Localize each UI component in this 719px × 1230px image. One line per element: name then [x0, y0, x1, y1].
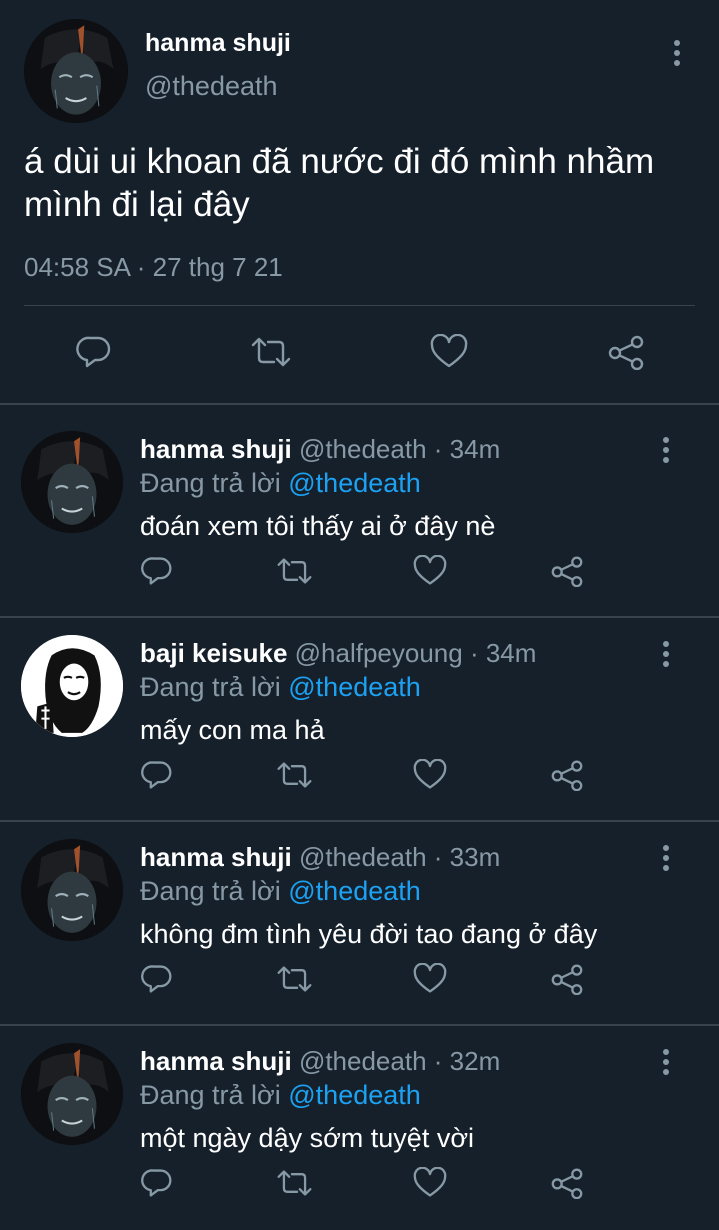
retweet-icon[interactable]: [276, 555, 313, 587]
retweet-icon[interactable]: [276, 963, 313, 995]
retweet-icon[interactable]: [276, 759, 313, 791]
avatar[interactable]: [24, 19, 128, 123]
main-tweet: hanma shuji @thedeath á dùi ui khoan đã …: [0, 0, 719, 404]
share-icon[interactable]: [550, 555, 584, 587]
reply-time[interactable]: 32m: [450, 1046, 501, 1076]
replying-label: Đang trả lời: [140, 876, 289, 906]
avatar[interactable]: [21, 431, 123, 533]
mention-link[interactable]: @thedeath: [288, 468, 421, 498]
reply-header: hanma shuji @thedeath · 34m: [140, 434, 500, 465]
reply-header: hanma shuji @thedeath · 32m: [140, 1046, 500, 1077]
replying-to: Đang trả lời @thedeath: [140, 1080, 421, 1111]
reply-text: một ngày dậy sớm tuyệt vời: [140, 1123, 475, 1153]
more-vertical-icon[interactable]: [671, 40, 683, 70]
like-icon[interactable]: [413, 963, 447, 995]
author-handle[interactable]: @thedeath: [299, 842, 427, 872]
more-vertical-icon[interactable]: [660, 641, 672, 671]
reply-icon[interactable]: [141, 963, 173, 995]
reply-icon[interactable]: [141, 1167, 173, 1199]
header-separator: ·: [426, 842, 450, 872]
retweet-icon[interactable]: [250, 334, 292, 370]
share-icon[interactable]: [550, 759, 584, 791]
reply-text: không đm tình yêu đời tao đang ở đây: [140, 919, 598, 949]
author-handle[interactable]: @thedeath: [299, 434, 427, 464]
like-icon[interactable]: [413, 555, 447, 587]
like-icon[interactable]: [413, 1167, 447, 1199]
reply-header: hanma shuji @thedeath · 33m: [140, 842, 500, 873]
tweet-text: á dùi ui khoan đã nước đi đó mình nhầm m…: [24, 142, 655, 224]
replying-to: Đang trả lời @thedeath: [140, 672, 421, 703]
reply-time[interactable]: 33m: [450, 842, 501, 872]
mention-link[interactable]: @thedeath: [288, 1080, 421, 1110]
reply-tweet[interactable]: hanma shuji @thedeath · 34m Đang trả lời…: [0, 404, 719, 608]
tweet-date: 27 thg 7 21: [152, 252, 283, 282]
replying-label: Đang trả lời: [140, 672, 289, 702]
avatar[interactable]: [21, 635, 123, 737]
replying-label: Đang trả lời: [140, 468, 289, 498]
author-handle[interactable]: @thedeath: [299, 1046, 427, 1076]
reply-text: đoán xem tôi thấy ai ở đây nè: [140, 511, 496, 541]
author-handle[interactable]: @thedeath: [145, 71, 278, 102]
author-name[interactable]: hanma shuji: [145, 29, 291, 58]
more-vertical-icon[interactable]: [660, 437, 672, 467]
reply-tweet[interactable]: hanma shuji @thedeath · 33m Đang trả lời…: [0, 812, 719, 1016]
replying-to: Đang trả lời @thedeath: [140, 468, 421, 499]
reply-time[interactable]: 34m: [450, 434, 501, 464]
reply-time[interactable]: 34m: [486, 638, 537, 668]
mention-link[interactable]: @thedeath: [288, 876, 421, 906]
reply-icon[interactable]: [141, 759, 173, 791]
reply-tweet[interactable]: hanma shuji @thedeath · 32m Đang trả lời…: [0, 1016, 719, 1220]
author-name[interactable]: baji keisuke: [140, 638, 287, 668]
author-name[interactable]: hanma shuji: [140, 1046, 292, 1076]
tweet-time: 04:58 SA: [24, 252, 130, 282]
header-separator: ·: [426, 434, 450, 464]
avatar[interactable]: [21, 1043, 123, 1145]
replying-label: Đang trả lời: [140, 1080, 289, 1110]
author-name[interactable]: hanma shuji: [140, 434, 292, 464]
share-icon[interactable]: [550, 1167, 584, 1199]
retweet-icon[interactable]: [276, 1167, 313, 1199]
avatar[interactable]: [21, 839, 123, 941]
like-icon[interactable]: [430, 334, 468, 370]
meta-separator: ·: [129, 252, 153, 282]
divider: [24, 305, 695, 306]
more-vertical-icon[interactable]: [660, 845, 672, 875]
reply-icon[interactable]: [141, 555, 173, 587]
share-icon[interactable]: [607, 334, 645, 370]
reply-tweet[interactable]: baji keisuke @halfpeyoung · 34m Đang trả…: [0, 608, 719, 812]
author-handle[interactable]: @halfpeyoung: [295, 638, 463, 668]
header-separator: ·: [462, 638, 486, 668]
like-icon[interactable]: [413, 759, 447, 791]
share-icon[interactable]: [550, 963, 584, 995]
reply-text: mấy con ma hả: [140, 715, 325, 745]
reply-icon[interactable]: [76, 334, 112, 370]
author-name[interactable]: hanma shuji: [140, 842, 292, 872]
more-vertical-icon[interactable]: [660, 1049, 672, 1079]
reply-header: baji keisuke @halfpeyoung · 34m: [140, 638, 536, 669]
mention-link[interactable]: @thedeath: [288, 672, 421, 702]
tweet-timestamp[interactable]: 04:58 SA · 27 thg 7 21: [24, 252, 283, 283]
replying-to: Đang trả lời @thedeath: [140, 876, 421, 907]
header-separator: ·: [426, 1046, 450, 1076]
